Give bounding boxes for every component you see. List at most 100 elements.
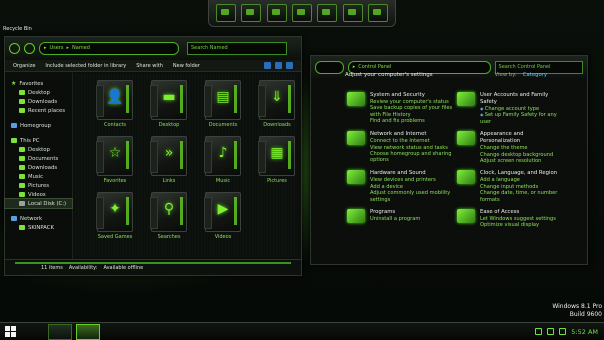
start-button[interactable]	[5, 326, 16, 337]
nav-item-music[interactable]: Music	[5, 172, 72, 181]
nav-item-downloads[interactable]: Downloads	[5, 163, 72, 172]
nav-item-recent-places[interactable]: Recent places	[5, 106, 72, 115]
nav-item-videos[interactable]: Videos	[5, 190, 72, 199]
category-title[interactable]: Ease of Access	[480, 209, 556, 216]
view-by: View by: Category	[495, 72, 547, 78]
folder-item[interactable]: ⇓ Downloads	[251, 80, 303, 128]
folder-item[interactable]: ▬ Desktop	[143, 80, 195, 128]
category-link[interactable]: Uninstall a program	[370, 216, 420, 222]
taskbar-explorer-icon[interactable]	[76, 324, 100, 340]
view-options-icon[interactable]	[264, 62, 271, 69]
breadcrumb[interactable]: ▸ Users ▸ Named	[39, 41, 179, 55]
back-forward-buttons[interactable]	[315, 60, 344, 74]
category-title[interactable]: Programs	[370, 209, 420, 216]
nav-label: Desktop	[28, 89, 50, 96]
folder-icon: ⇓	[258, 80, 295, 120]
nav-item-local-disk[interactable]: Local Disk (C:)	[4, 198, 73, 209]
category-link[interactable]: Find and fix problems	[370, 118, 453, 124]
dock-app-icon[interactable]	[215, 4, 236, 22]
category-icon[interactable]	[347, 131, 365, 146]
category-title[interactable]: User Accounts and Family Safety	[480, 92, 561, 106]
organize-button[interactable]: Organize	[13, 63, 35, 69]
folder-item[interactable]: ▤ Documents	[197, 80, 249, 128]
folder-icon: »	[150, 136, 187, 176]
new-folder-button[interactable]: New folder	[173, 63, 200, 69]
clock[interactable]: 5:52 AM	[571, 328, 598, 336]
category-user-accounts-and-family-safety: User Accounts and Family SafetyChange ac…	[457, 92, 561, 125]
breadcrumb-item[interactable]: Users	[50, 45, 64, 51]
category-link[interactable]: Choose homegroup and sharing options	[370, 151, 453, 164]
category-link[interactable]: Set up Family Safety for any user	[480, 112, 561, 125]
folder-item[interactable]: 👤 Contacts	[89, 80, 141, 128]
category-icon[interactable]	[347, 170, 365, 185]
dock-app-icon[interactable]	[291, 4, 312, 22]
dock-app-icon[interactable]	[317, 4, 338, 22]
dock-app-icon[interactable]	[342, 4, 363, 22]
include-in-library-button[interactable]: Include selected folder in library	[45, 63, 126, 69]
forward-button[interactable]	[24, 42, 35, 54]
folder-icon: ⚲	[150, 192, 187, 232]
search-input[interactable]: Search Named	[187, 41, 287, 55]
taskbar: 5:52 AM	[0, 322, 604, 340]
nav-this-pc[interactable]: This PC	[5, 136, 72, 145]
nav-item-documents[interactable]: Documents	[5, 154, 72, 163]
folder-item[interactable]: ▦ Pictures	[251, 136, 303, 184]
back-button[interactable]	[9, 42, 20, 54]
breadcrumb-item[interactable]: Named	[72, 45, 90, 51]
category-network-and-internet: Network and Internet Connect to the Inter…	[347, 131, 453, 164]
folder-item[interactable]: ♪ Music	[197, 136, 249, 184]
recycle-bin-label[interactable]: Recycle Bin	[3, 26, 32, 32]
folder-glyph-icon: ▬	[162, 89, 176, 105]
folder-icon	[19, 183, 25, 188]
folder-icon	[19, 192, 25, 197]
flag-icon[interactable]	[535, 328, 543, 335]
breadcrumb-item[interactable]: Control Panel	[358, 64, 391, 70]
dock-app-icon[interactable]	[241, 4, 262, 22]
dock-app-icon[interactable]	[266, 4, 287, 22]
navigation-pane: ★ Favorites Desktop Downloads Recent plac…	[4, 73, 73, 259]
folder-item[interactable]: ⚲ Searches	[143, 192, 195, 240]
category-title[interactable]: Clock, Language, and Region	[480, 170, 561, 177]
category-link[interactable]: Optimize visual display	[480, 222, 556, 228]
category-title[interactable]: Hardware and Sound	[370, 170, 453, 177]
category-icon[interactable]	[457, 92, 475, 106]
category-icon[interactable]	[347, 92, 365, 106]
folder-item[interactable]: » Links	[143, 136, 195, 184]
category-icon[interactable]	[457, 209, 475, 224]
nav-label: Desktop	[28, 146, 50, 153]
category-icon[interactable]	[457, 170, 475, 185]
network-icon[interactable]	[547, 328, 555, 335]
folder-item[interactable]: ☆ Favorites	[89, 136, 141, 184]
nav-item-pictures[interactable]: Pictures	[5, 181, 72, 190]
category-title[interactable]: System and Security	[370, 92, 453, 99]
nav-item-downloads[interactable]: Downloads	[5, 97, 72, 106]
taskbar-app-icon[interactable]	[48, 324, 72, 340]
status-bar: 11 items Availability: Available offline	[5, 259, 301, 275]
dock-app-icon[interactable]	[368, 4, 389, 22]
folder-glyph-icon: ⚲	[163, 201, 175, 217]
preview-pane-icon[interactable]	[275, 62, 282, 69]
view-by-dropdown[interactable]: Category	[523, 72, 547, 78]
page-title: Adjust your computer's settings	[345, 72, 433, 78]
help-icon[interactable]	[286, 62, 293, 69]
folder-item[interactable]: ✦ Saved Games	[89, 192, 141, 240]
nav-favorites[interactable]: ★ Favorites	[5, 79, 72, 88]
folder-item[interactable]: ▶ Videos	[197, 192, 249, 240]
share-with-button[interactable]: Share with	[136, 63, 163, 69]
nav-item-skinpack[interactable]: SKINPACK	[5, 223, 72, 232]
category-icon[interactable]	[457, 131, 475, 146]
volume-icon[interactable]	[559, 328, 567, 335]
nav-label: Network	[20, 215, 43, 222]
nav-item-desktop[interactable]: Desktop	[5, 145, 72, 154]
category-link[interactable]: Adjust screen resolution	[480, 158, 561, 164]
category-title[interactable]: Network and Internet	[370, 131, 453, 138]
nav-network[interactable]: Network	[5, 214, 72, 223]
nav-label: Homegroup	[20, 122, 52, 129]
category-link[interactable]: Change date, time, or number formats	[480, 190, 561, 203]
nav-item-desktop[interactable]: Desktop	[5, 88, 72, 97]
category-icon[interactable]	[347, 209, 365, 224]
category-link[interactable]: Adjust commonly used mobility settings	[370, 190, 453, 203]
category-title[interactable]: Appearance and Personalization	[480, 131, 561, 145]
nav-homegroup[interactable]: Homegroup	[5, 121, 72, 130]
category-link[interactable]: Save backup copies of your files with Fi…	[370, 105, 453, 118]
